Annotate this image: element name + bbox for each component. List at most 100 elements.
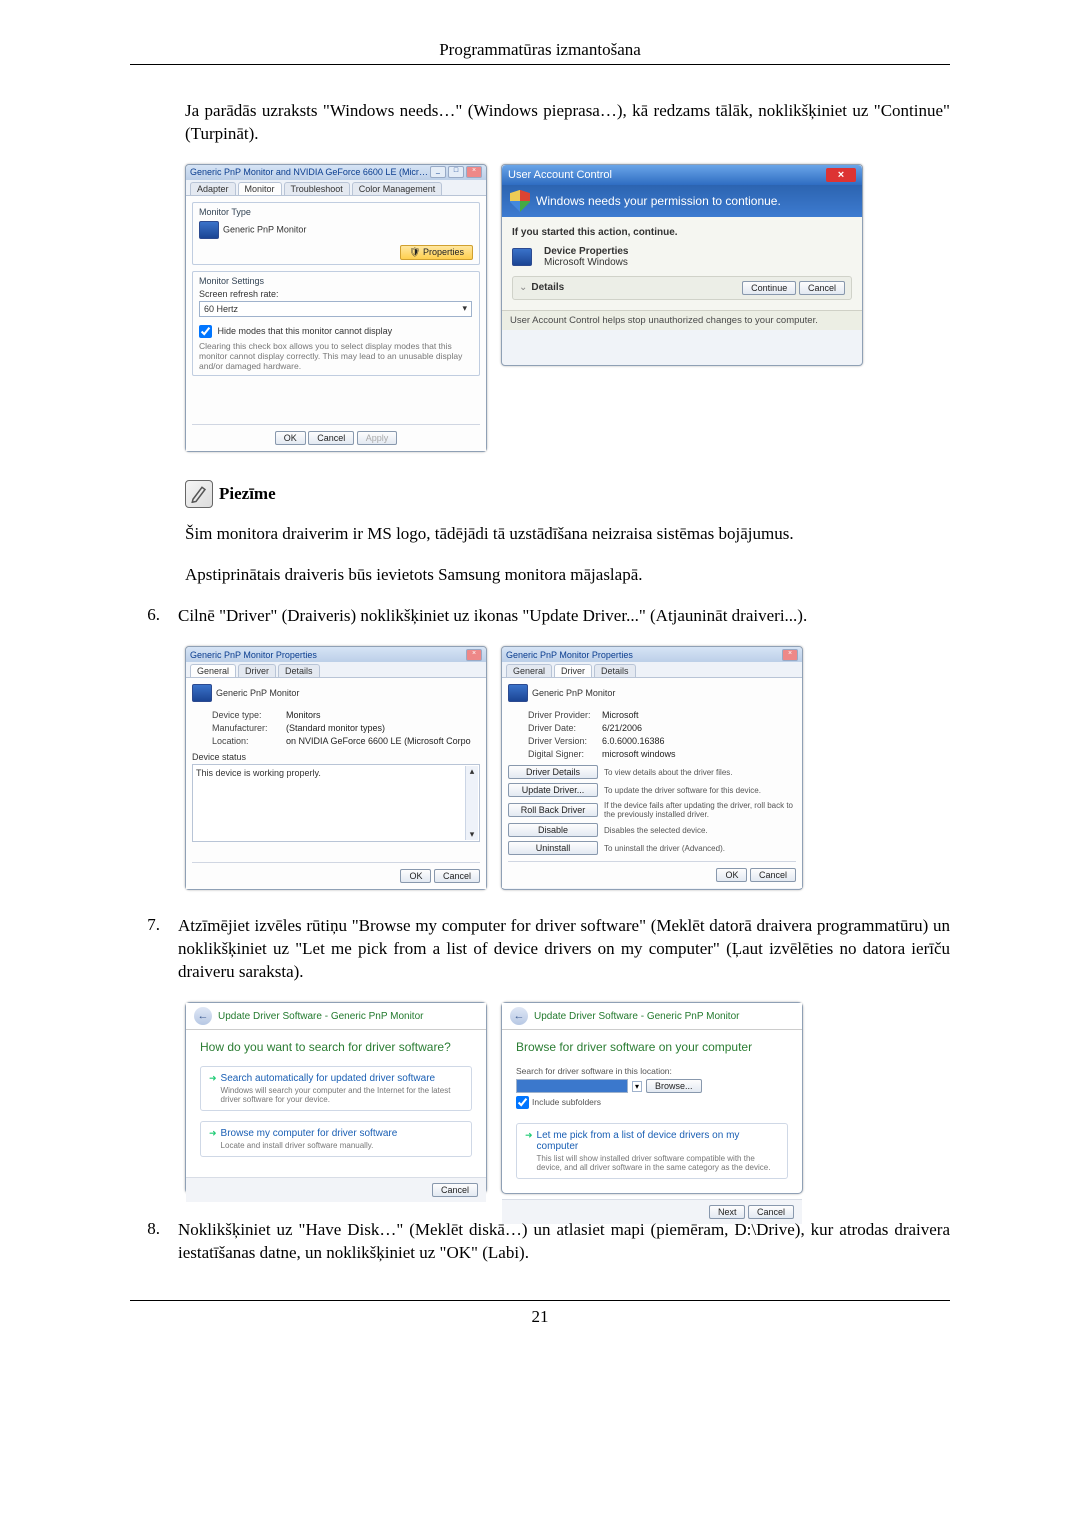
minimize-icon[interactable]: _ xyxy=(430,166,446,178)
close-icon[interactable]: × xyxy=(466,166,482,178)
cancel-button[interactable]: Cancel xyxy=(434,869,480,883)
field-value: 6/21/2006 xyxy=(602,723,642,733)
step-8-text: Noklikšķiniet uz "Have Disk…" (Meklēt di… xyxy=(178,1219,950,1265)
props-driver-window: Generic PnP Monitor Properties × General… xyxy=(501,646,803,890)
arrow-icon: ➜ xyxy=(209,1128,217,1150)
scroll-down-icon[interactable]: ▾ xyxy=(470,829,475,840)
uac-publisher: Microsoft Windows xyxy=(544,257,629,268)
field-value: Monitors xyxy=(286,710,321,720)
tab-general[interactable]: General xyxy=(190,664,236,677)
next-button[interactable]: Next xyxy=(709,1205,746,1219)
tab-troubleshoot[interactable]: Troubleshoot xyxy=(284,182,350,195)
include-subfolders-label: Include subfolders xyxy=(532,1097,601,1107)
field-value: (Standard monitor types) xyxy=(286,723,385,733)
device-status-label: Device status xyxy=(192,752,480,762)
driver-details-button[interactable]: Driver Details xyxy=(508,765,598,779)
cancel-button[interactable]: Cancel xyxy=(308,431,354,445)
monitor-icon xyxy=(508,684,528,702)
wizard-breadcrumb: Update Driver Software - Generic PnP Mon… xyxy=(218,1011,423,1022)
chevron-down-icon[interactable]: ▾ xyxy=(632,1081,642,1092)
button-description: If the device fails after updating the d… xyxy=(604,801,796,819)
field-value: on NVIDIA GeForce 6600 LE (Microsoft Cor… xyxy=(286,736,471,746)
update-driver-button[interactable]: Update Driver... xyxy=(508,783,598,797)
uac-details-toggle[interactable]: Details xyxy=(531,282,564,293)
hide-modes-checkbox[interactable] xyxy=(199,325,212,338)
monitor-device-name: Generic PnP Monitor xyxy=(223,224,306,234)
apply-button[interactable]: Apply xyxy=(357,431,398,445)
disable-button[interactable]: Disable xyxy=(508,823,598,837)
wizard-breadcrumb: Update Driver Software - Generic PnP Mon… xyxy=(534,1011,739,1022)
uac-if-started: If you started this action, continue. xyxy=(512,227,852,238)
window-title: Generic PnP Monitor Properties xyxy=(506,650,633,660)
option-let-me-pick[interactable]: ➜ Let me pick from a list of device driv… xyxy=(516,1123,788,1179)
note-paragraph-2: Apstiprinātais draiveris būs ievietots S… xyxy=(185,564,950,587)
tab-details[interactable]: Details xyxy=(278,664,320,677)
tab-driver[interactable]: Driver xyxy=(238,664,276,677)
intro-paragraph: Ja parādās uzraksts "Windows needs…" (Wi… xyxy=(185,100,950,146)
monitor-icon xyxy=(192,684,212,702)
tab-strip: Adapter Monitor Troubleshoot Color Manag… xyxy=(186,180,486,196)
tab-color-management[interactable]: Color Management xyxy=(352,182,443,195)
field-label: Digital Signer: xyxy=(528,749,598,759)
monitor-icon xyxy=(199,221,219,239)
field-value: 6.0.6000.16386 xyxy=(602,736,665,746)
field-label: Device type: xyxy=(212,710,282,720)
tab-adapter[interactable]: Adapter xyxy=(190,182,236,195)
close-icon[interactable]: × xyxy=(826,168,856,182)
uninstall-button[interactable]: Uninstall xyxy=(508,841,598,855)
location-input[interactable] xyxy=(516,1079,628,1093)
device-name: Generic PnP Monitor xyxy=(532,688,615,698)
scrollbar[interactable]: ▴ ▾ xyxy=(465,766,478,840)
cancel-button[interactable]: Cancel xyxy=(748,1205,794,1219)
field-label: Driver Version: xyxy=(528,736,598,746)
refresh-rate-select[interactable]: 60 Hertz▾ xyxy=(199,301,472,317)
button-description: To update the driver software for this d… xyxy=(604,786,796,795)
figure-row-1: Generic PnP Monitor and NVIDIA GeForce 6… xyxy=(185,164,950,453)
uac-window: User Account Control × Windows needs you… xyxy=(501,164,863,366)
ok-button[interactable]: OK xyxy=(400,869,431,883)
monitor-settings-label: Monitor Settings xyxy=(199,276,473,286)
ok-button[interactable]: OK xyxy=(716,868,747,882)
ok-button[interactable]: OK xyxy=(275,431,306,445)
tab-details[interactable]: Details xyxy=(594,664,636,677)
arrow-icon: ➜ xyxy=(525,1130,533,1172)
figure-row-3: ← Update Driver Software - Generic PnP M… xyxy=(185,1002,950,1194)
chevron-down-icon: ▾ xyxy=(463,303,468,314)
window-title: Generic PnP Monitor and NVIDIA GeForce 6… xyxy=(190,167,430,177)
include-subfolders-checkbox[interactable] xyxy=(516,1096,529,1109)
roll-back-button[interactable]: Roll Back Driver xyxy=(508,803,598,817)
monitor-type-label: Monitor Type xyxy=(199,207,473,217)
tab-general[interactable]: General xyxy=(506,664,552,677)
chevron-down-icon: ⌄ xyxy=(519,282,527,293)
step-7-text: Atzīmējiet izvēles rūtiņu "Browse my com… xyxy=(178,915,950,984)
device-icon xyxy=(512,248,532,266)
field-label: Location: xyxy=(212,736,282,746)
back-icon[interactable]: ← xyxy=(510,1007,528,1025)
field-label: Driver Date: xyxy=(528,723,598,733)
field-value: Microsoft xyxy=(602,710,639,720)
cancel-button[interactable]: Cancel xyxy=(750,868,796,882)
option-browse-computer[interactable]: ➜ Browse my computer for driver software… xyxy=(200,1121,472,1157)
continue-button[interactable]: Continue xyxy=(742,281,796,295)
cancel-button[interactable]: Cancel xyxy=(432,1183,478,1197)
note-label: Piezīme xyxy=(219,484,276,504)
cancel-button[interactable]: Cancel xyxy=(799,281,845,295)
search-location-label: Search for driver software in this locat… xyxy=(516,1066,788,1076)
browse-button[interactable]: Browse... xyxy=(646,1079,702,1093)
close-icon[interactable]: × xyxy=(466,649,482,661)
props-general-window: Generic PnP Monitor Properties × General… xyxy=(185,646,487,890)
arrow-icon: ➜ xyxy=(209,1073,217,1104)
field-label: Manufacturer: xyxy=(212,723,282,733)
properties-button[interactable]: 🛡 Properties xyxy=(400,245,473,260)
maximize-icon[interactable]: □ xyxy=(448,166,464,178)
window-title: Generic PnP Monitor Properties xyxy=(190,650,317,660)
back-icon[interactable]: ← xyxy=(194,1007,212,1025)
wizard-question: How do you want to search for driver sof… xyxy=(200,1040,472,1054)
field-label: Driver Provider: xyxy=(528,710,598,720)
button-description: Disables the selected device. xyxy=(604,826,796,835)
tab-driver[interactable]: Driver xyxy=(554,664,592,677)
tab-monitor[interactable]: Monitor xyxy=(238,182,282,195)
option-search-auto[interactable]: ➜ Search automatically for updated drive… xyxy=(200,1066,472,1111)
close-icon[interactable]: × xyxy=(782,649,798,661)
scroll-up-icon[interactable]: ▴ xyxy=(470,766,475,777)
